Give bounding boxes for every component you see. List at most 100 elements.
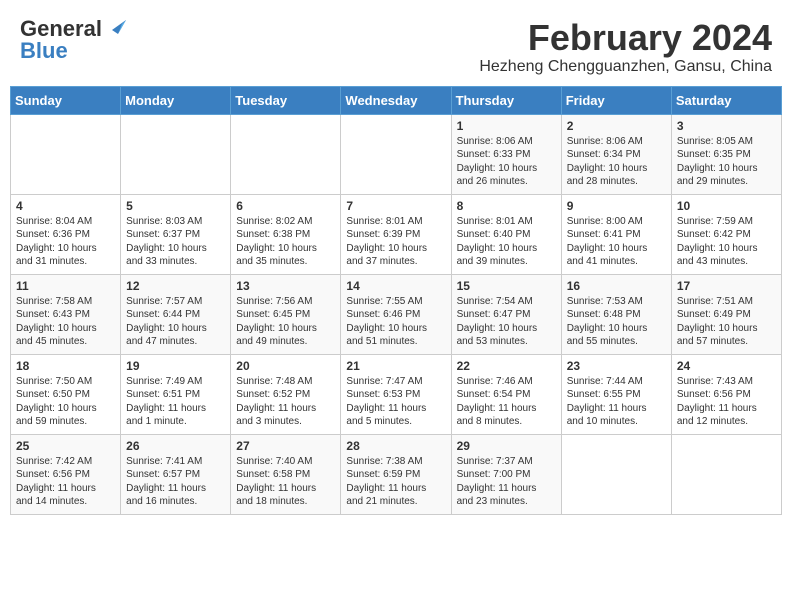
calendar-cell: 20Sunrise: 7:48 AM Sunset: 6:52 PM Dayli… xyxy=(231,354,341,434)
calendar-subtitle: Hezheng Chengguanzhen, Gansu, China xyxy=(479,58,772,76)
day-number: 1 xyxy=(457,119,556,133)
logo-blue-text: Blue xyxy=(20,40,68,62)
day-number: 16 xyxy=(567,279,666,293)
day-info: Sunrise: 8:01 AM Sunset: 6:39 PM Dayligh… xyxy=(346,215,445,269)
day-info: Sunrise: 7:38 AM Sunset: 6:59 PM Dayligh… xyxy=(346,455,445,509)
day-info: Sunrise: 7:43 AM Sunset: 6:56 PM Dayligh… xyxy=(677,375,776,429)
day-info: Sunrise: 8:03 AM Sunset: 6:37 PM Dayligh… xyxy=(126,215,225,269)
day-number: 12 xyxy=(126,279,225,293)
day-number: 19 xyxy=(126,359,225,373)
day-number: 27 xyxy=(236,439,335,453)
day-number: 8 xyxy=(457,199,556,213)
day-info: Sunrise: 7:56 AM Sunset: 6:45 PM Dayligh… xyxy=(236,295,335,349)
day-number: 10 xyxy=(677,199,776,213)
calendar-cell xyxy=(121,114,231,194)
day-info: Sunrise: 7:49 AM Sunset: 6:51 PM Dayligh… xyxy=(126,375,225,429)
day-info: Sunrise: 7:40 AM Sunset: 6:58 PM Dayligh… xyxy=(236,455,335,509)
day-number: 18 xyxy=(16,359,115,373)
calendar-cell xyxy=(671,434,781,514)
calendar-cell: 1 Sunrise: 8:06 AM Sunset: 6:33 PM Daylig… xyxy=(451,114,561,194)
weekday-header-sunday: Sunday xyxy=(11,86,121,114)
calendar-cell: 23 Sunrise: 7:44 AM Sunset: 6:55 PM Dayli… xyxy=(561,354,671,434)
weekday-header-tuesday: Tuesday xyxy=(231,86,341,114)
day-info: Sunrise: 8:01 AM Sunset: 6:40 PM Dayligh… xyxy=(457,215,556,269)
day-number: 13 xyxy=(236,279,335,293)
weekday-header-monday: Monday xyxy=(121,86,231,114)
day-info: Sunrise: 8:06 AM Sunset: 6:34 PM Dayligh… xyxy=(567,135,666,189)
day-number: 28 xyxy=(346,439,445,453)
day-number: 3 xyxy=(677,119,776,133)
calendar-cell: 9 Sunrise: 8:00 AM Sunset: 6:41 PM Daylig… xyxy=(561,194,671,274)
weekday-header-friday: Friday xyxy=(561,86,671,114)
day-number: 23 xyxy=(567,359,666,373)
day-info: Sunrise: 8:02 AM Sunset: 6:38 PM Dayligh… xyxy=(236,215,335,269)
calendar-cell xyxy=(561,434,671,514)
day-info: Sunrise: 7:59 AM Sunset: 6:42 PM Dayligh… xyxy=(677,215,776,269)
calendar-cell: 12 Sunrise: 7:57 AM Sunset: 6:44 PM Dayli… xyxy=(121,274,231,354)
day-info: Sunrise: 7:58 AM Sunset: 6:43 PM Dayligh… xyxy=(16,295,115,349)
calendar-cell: 4Sunrise: 8:04 AM Sunset: 6:36 PM Daylig… xyxy=(11,194,121,274)
day-info: Sunrise: 7:51 AM Sunset: 6:49 PM Dayligh… xyxy=(677,295,776,349)
day-number: 2 xyxy=(567,119,666,133)
day-info: Sunrise: 7:37 AM Sunset: 7:00 PM Dayligh… xyxy=(457,455,556,509)
calendar-cell: 13 Sunrise: 7:56 AM Sunset: 6:45 PM Dayli… xyxy=(231,274,341,354)
day-info: Sunrise: 7:46 AM Sunset: 6:54 PM Dayligh… xyxy=(457,375,556,429)
calendar-week-5: 25Sunrise: 7:42 AM Sunset: 6:56 PM Dayli… xyxy=(11,434,782,514)
day-info: Sunrise: 8:00 AM Sunset: 6:41 PM Dayligh… xyxy=(567,215,666,269)
day-number: 14 xyxy=(346,279,445,293)
day-number: 15 xyxy=(457,279,556,293)
calendar-title: February 2024 xyxy=(479,18,772,58)
calendar-cell: 18 Sunrise: 7:50 AM Sunset: 6:50 PM Dayli… xyxy=(11,354,121,434)
calendar-cell: 5 Sunrise: 8:03 AM Sunset: 6:37 PM Daylig… xyxy=(121,194,231,274)
day-number: 25 xyxy=(16,439,115,453)
calendar-cell: 16 Sunrise: 7:53 AM Sunset: 6:48 PM Dayli… xyxy=(561,274,671,354)
calendar-cell xyxy=(341,114,451,194)
calendar-week-1: 1 Sunrise: 8:06 AM Sunset: 6:33 PM Daylig… xyxy=(11,114,782,194)
day-number: 26 xyxy=(126,439,225,453)
logo: General Blue xyxy=(20,18,126,62)
day-number: 22 xyxy=(457,359,556,373)
day-info: Sunrise: 7:44 AM Sunset: 6:55 PM Dayligh… xyxy=(567,375,666,429)
calendar-cell: 26 Sunrise: 7:41 AM Sunset: 6:57 PM Dayli… xyxy=(121,434,231,514)
day-info: Sunrise: 8:04 AM Sunset: 6:36 PM Dayligh… xyxy=(16,215,115,269)
calendar-cell: 19 Sunrise: 7:49 AM Sunset: 6:51 PM Dayli… xyxy=(121,354,231,434)
calendar-table: SundayMondayTuesdayWednesdayThursdayFrid… xyxy=(10,86,782,515)
day-number: 9 xyxy=(567,199,666,213)
calendar-cell: 6 Sunrise: 8:02 AM Sunset: 6:38 PM Daylig… xyxy=(231,194,341,274)
day-info: Sunrise: 7:53 AM Sunset: 6:48 PM Dayligh… xyxy=(567,295,666,349)
calendar-week-4: 18 Sunrise: 7:50 AM Sunset: 6:50 PM Dayli… xyxy=(11,354,782,434)
calendar-week-3: 11 Sunrise: 7:58 AM Sunset: 6:43 PM Dayli… xyxy=(11,274,782,354)
calendar-body: 1 Sunrise: 8:06 AM Sunset: 6:33 PM Daylig… xyxy=(11,114,782,514)
day-info: Sunrise: 7:57 AM Sunset: 6:44 PM Dayligh… xyxy=(126,295,225,349)
header: General Blue February 2024 Hezheng Cheng… xyxy=(10,10,782,80)
weekday-header-thursday: Thursday xyxy=(451,86,561,114)
day-number: 5 xyxy=(126,199,225,213)
weekday-header-row: SundayMondayTuesdayWednesdayThursdayFrid… xyxy=(11,86,782,114)
calendar-cell: 11 Sunrise: 7:58 AM Sunset: 6:43 PM Dayli… xyxy=(11,274,121,354)
calendar-cell: 15 Sunrise: 7:54 AM Sunset: 6:47 PM Dayli… xyxy=(451,274,561,354)
logo-general-text: General xyxy=(20,18,102,40)
day-number: 29 xyxy=(457,439,556,453)
calendar-cell: 2 Sunrise: 8:06 AM Sunset: 6:34 PM Daylig… xyxy=(561,114,671,194)
day-number: 6 xyxy=(236,199,335,213)
day-info: Sunrise: 7:54 AM Sunset: 6:47 PM Dayligh… xyxy=(457,295,556,349)
day-number: 24 xyxy=(677,359,776,373)
day-number: 20 xyxy=(236,359,335,373)
calendar-cell: 14Sunrise: 7:55 AM Sunset: 6:46 PM Dayli… xyxy=(341,274,451,354)
calendar-week-2: 4Sunrise: 8:04 AM Sunset: 6:36 PM Daylig… xyxy=(11,194,782,274)
calendar-cell: 29 Sunrise: 7:37 AM Sunset: 7:00 PM Dayli… xyxy=(451,434,561,514)
calendar-cell: 28 Sunrise: 7:38 AM Sunset: 6:59 PM Dayli… xyxy=(341,434,451,514)
day-info: Sunrise: 8:06 AM Sunset: 6:33 PM Dayligh… xyxy=(457,135,556,189)
day-info: Sunrise: 7:47 AM Sunset: 6:53 PM Dayligh… xyxy=(346,375,445,429)
day-info: Sunrise: 7:50 AM Sunset: 6:50 PM Dayligh… xyxy=(16,375,115,429)
weekday-header-wednesday: Wednesday xyxy=(341,86,451,114)
calendar-cell: 22 Sunrise: 7:46 AM Sunset: 6:54 PM Dayli… xyxy=(451,354,561,434)
day-number: 11 xyxy=(16,279,115,293)
calendar-cell: 24 Sunrise: 7:43 AM Sunset: 6:56 PM Dayli… xyxy=(671,354,781,434)
day-number: 21 xyxy=(346,359,445,373)
day-info: Sunrise: 7:41 AM Sunset: 6:57 PM Dayligh… xyxy=(126,455,225,509)
day-info: Sunrise: 8:05 AM Sunset: 6:35 PM Dayligh… xyxy=(677,135,776,189)
day-number: 7 xyxy=(346,199,445,213)
calendar-cell: 25Sunrise: 7:42 AM Sunset: 6:56 PM Dayli… xyxy=(11,434,121,514)
weekday-header-saturday: Saturday xyxy=(671,86,781,114)
